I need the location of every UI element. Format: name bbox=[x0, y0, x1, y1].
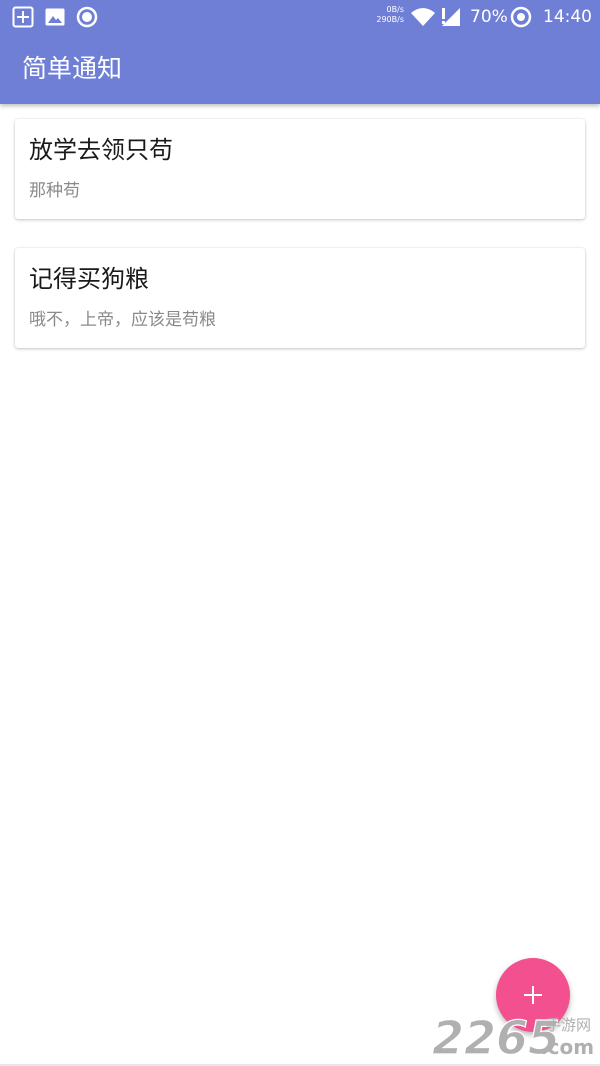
watermark-cn: 手游网 bbox=[546, 1016, 591, 1034]
note-card[interactable]: 放学去领只苟 那种苟 bbox=[15, 119, 585, 219]
add-box-icon bbox=[12, 6, 34, 28]
image-icon bbox=[45, 8, 65, 26]
screen: 0B/s 290B/s 70% 14:40 简单通知 放学去领只苟 那种苟 记得… bbox=[0, 0, 600, 1066]
note-title: 放学去领只苟 bbox=[29, 136, 173, 164]
watermark-logo: 2265 手游网 .com bbox=[432, 1010, 594, 1065]
watermark-domain: .com bbox=[540, 1035, 594, 1059]
app-title: 简单通知 bbox=[22, 54, 123, 83]
signal-icon bbox=[442, 8, 460, 26]
status-clock: 14:40 bbox=[543, 7, 592, 27]
note-description: 那种苟 bbox=[29, 181, 80, 201]
top-bar: 0B/s 290B/s 70% 14:40 简单通知 bbox=[0, 0, 600, 104]
note-description: 哦不，上帝，应该是苟粮 bbox=[29, 310, 216, 330]
net-speed-down: 290B/s bbox=[376, 15, 404, 24]
note-title: 记得买狗粮 bbox=[29, 265, 149, 293]
battery-saver-icon bbox=[510, 6, 532, 28]
network-speed: 0B/s 290B/s bbox=[368, 5, 404, 25]
battery-percent: 70% bbox=[470, 7, 508, 27]
status-bar: 0B/s 290B/s 70% 14:40 bbox=[0, 0, 600, 34]
note-card[interactable]: 记得买狗粮 哦不，上帝，应该是苟粮 bbox=[15, 248, 585, 348]
wifi-icon bbox=[411, 8, 435, 26]
circle-notification-icon bbox=[76, 6, 98, 28]
net-speed-up: 0B/s bbox=[386, 5, 404, 14]
